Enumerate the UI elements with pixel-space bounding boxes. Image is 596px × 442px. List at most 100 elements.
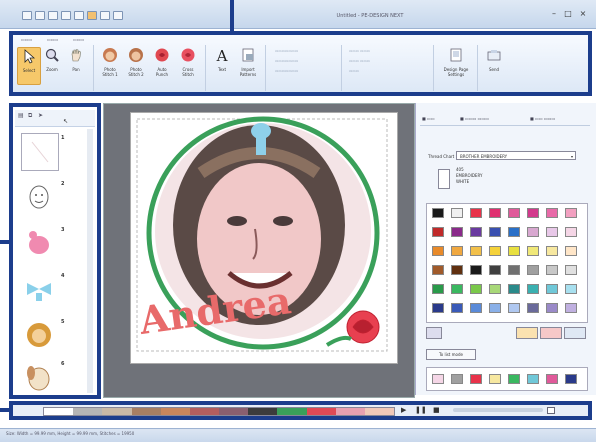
color-swatch[interactable] — [489, 208, 501, 218]
color-history-icon[interactable] — [426, 327, 442, 339]
design-page-settings-button[interactable]: Design Page Settings — [441, 47, 471, 83]
color-swatch[interactable] — [451, 265, 463, 275]
list-item[interactable] — [21, 359, 57, 395]
color-swatch[interactable] — [508, 265, 520, 275]
sewing-order-color[interactable] — [160, 408, 190, 415]
color-swatch[interactable] — [470, 208, 482, 218]
recent-color-swatch[interactable] — [527, 374, 539, 384]
color-swatch[interactable] — [527, 284, 539, 294]
sewing-order-color[interactable] — [44, 408, 74, 415]
arrow-icon[interactable]: ➤ — [38, 112, 43, 119]
color-swatch[interactable] — [508, 227, 520, 237]
pause-icon[interactable]: ❚❚ — [415, 406, 427, 414]
color-swatch[interactable] — [451, 303, 463, 313]
color-swatch[interactable] — [527, 227, 539, 237]
stop-icon[interactable]: ■ — [433, 406, 440, 414]
color-swatch[interactable] — [451, 227, 463, 237]
photo-stitch-1-button[interactable]: Photo Stitch 1 — [99, 47, 121, 83]
sewing-order-color[interactable] — [306, 408, 336, 415]
open-icon[interactable] — [35, 11, 45, 20]
color-swatch[interactable] — [489, 265, 501, 275]
select-button[interactable]: Select — [17, 47, 41, 85]
recent-color-swatch[interactable] — [451, 374, 463, 384]
color-swatch[interactable] — [489, 246, 501, 256]
window-icon[interactable] — [564, 327, 586, 339]
sewing-order-color[interactable] — [277, 408, 307, 415]
color-swatch[interactable] — [565, 246, 577, 256]
sewing-order-color[interactable] — [248, 408, 278, 415]
thread-chart-select[interactable]: BROTHER EMBROIDERY ▾ — [456, 151, 576, 160]
color-swatch[interactable] — [565, 265, 577, 275]
list-item[interactable] — [21, 179, 57, 215]
tab-edit[interactable]: ▭▭▭ — [73, 37, 84, 43]
arrow-cursor-icon[interactable]: ↖ — [63, 118, 68, 125]
sewing-order-color[interactable] — [73, 408, 103, 415]
tab-sew[interactable]: ▭▭▭ — [47, 37, 58, 43]
close-icon[interactable]: × — [577, 9, 589, 18]
import-patterns-button[interactable]: Import Patterns — [237, 47, 259, 83]
list-item[interactable] — [21, 317, 57, 353]
color-swatch[interactable] — [546, 246, 558, 256]
tab-color[interactable]: ■ ▭▭ — [422, 116, 435, 121]
color-swatch[interactable] — [527, 246, 539, 256]
minimize-icon[interactable]: – — [548, 9, 560, 18]
speed-slider[interactable] — [453, 408, 543, 412]
folder-icon[interactable] — [516, 327, 538, 339]
tab-sewing-attribute[interactable]: ■ ▭▭▭ ▭▭▭ — [460, 116, 489, 121]
design-page[interactable]: Andrea — [130, 112, 398, 364]
auto-punch-button[interactable]: Auto Punch — [151, 47, 173, 83]
color-swatch[interactable] — [546, 284, 558, 294]
color-swatch[interactable] — [546, 227, 558, 237]
sewing-order-color[interactable] — [131, 408, 161, 415]
cross-stitch-button[interactable]: Cross Stitch — [177, 47, 199, 83]
save-icon[interactable] — [48, 11, 58, 20]
color-swatch[interactable] — [508, 208, 520, 218]
color-swatch[interactable] — [432, 265, 444, 275]
undo-icon[interactable] — [61, 11, 71, 20]
color-swatch[interactable] — [508, 246, 520, 256]
color-swatch[interactable] — [565, 303, 577, 313]
copy-icon[interactable]: ⧉ — [28, 112, 32, 120]
color-swatch[interactable] — [451, 208, 463, 218]
color-swatch[interactable] — [489, 227, 501, 237]
sewing-order-color[interactable] — [189, 408, 220, 415]
checkbox[interactable] — [547, 407, 555, 414]
color-swatch[interactable] — [546, 208, 558, 218]
color-swatch[interactable] — [451, 284, 463, 294]
maximize-icon[interactable]: □ — [562, 9, 574, 18]
color-swatch[interactable] — [470, 284, 482, 294]
color-swatch[interactable] — [489, 284, 501, 294]
recent-color-swatch[interactable] — [508, 374, 520, 384]
color-swatch[interactable] — [527, 265, 539, 275]
color-swatch[interactable] — [508, 303, 520, 313]
color-swatch[interactable] — [565, 208, 577, 218]
sewing-order-color[interactable] — [364, 408, 395, 415]
tab-home[interactable]: ▭▭▭ — [21, 37, 32, 43]
color-swatch[interactable] — [546, 265, 558, 275]
color-swatch[interactable] — [565, 284, 577, 294]
color-swatch[interactable] — [432, 227, 444, 237]
text-button[interactable]: A Text — [211, 47, 233, 83]
sewing-order-color[interactable] — [219, 408, 249, 415]
color-swatch[interactable] — [470, 246, 482, 256]
recent-color-swatch[interactable] — [565, 374, 577, 384]
color-swatch[interactable] — [432, 208, 444, 218]
color-swatch[interactable] — [565, 227, 577, 237]
tab-text-attribute[interactable]: ■ ▭▭ ▭▭▭ — [530, 116, 555, 121]
color-swatch[interactable] — [432, 284, 444, 294]
pan-button[interactable]: Pan — [65, 47, 87, 83]
recent-color-swatch[interactable] — [470, 374, 482, 384]
list-item[interactable] — [21, 271, 57, 307]
scrollbar[interactable] — [87, 129, 93, 393]
color-swatch[interactable] — [489, 303, 501, 313]
send-button[interactable]: Send — [483, 47, 505, 83]
preview-icon[interactable] — [87, 11, 97, 20]
check-icon[interactable] — [113, 11, 123, 20]
zoom-button[interactable]: Zoom — [41, 47, 63, 83]
list-item[interactable] — [21, 133, 59, 171]
redo-icon[interactable] — [74, 11, 84, 20]
color-swatch[interactable] — [546, 303, 558, 313]
user-thread-icon[interactable] — [540, 327, 562, 339]
color-swatch[interactable] — [451, 246, 463, 256]
new-icon[interactable] — [22, 11, 32, 20]
